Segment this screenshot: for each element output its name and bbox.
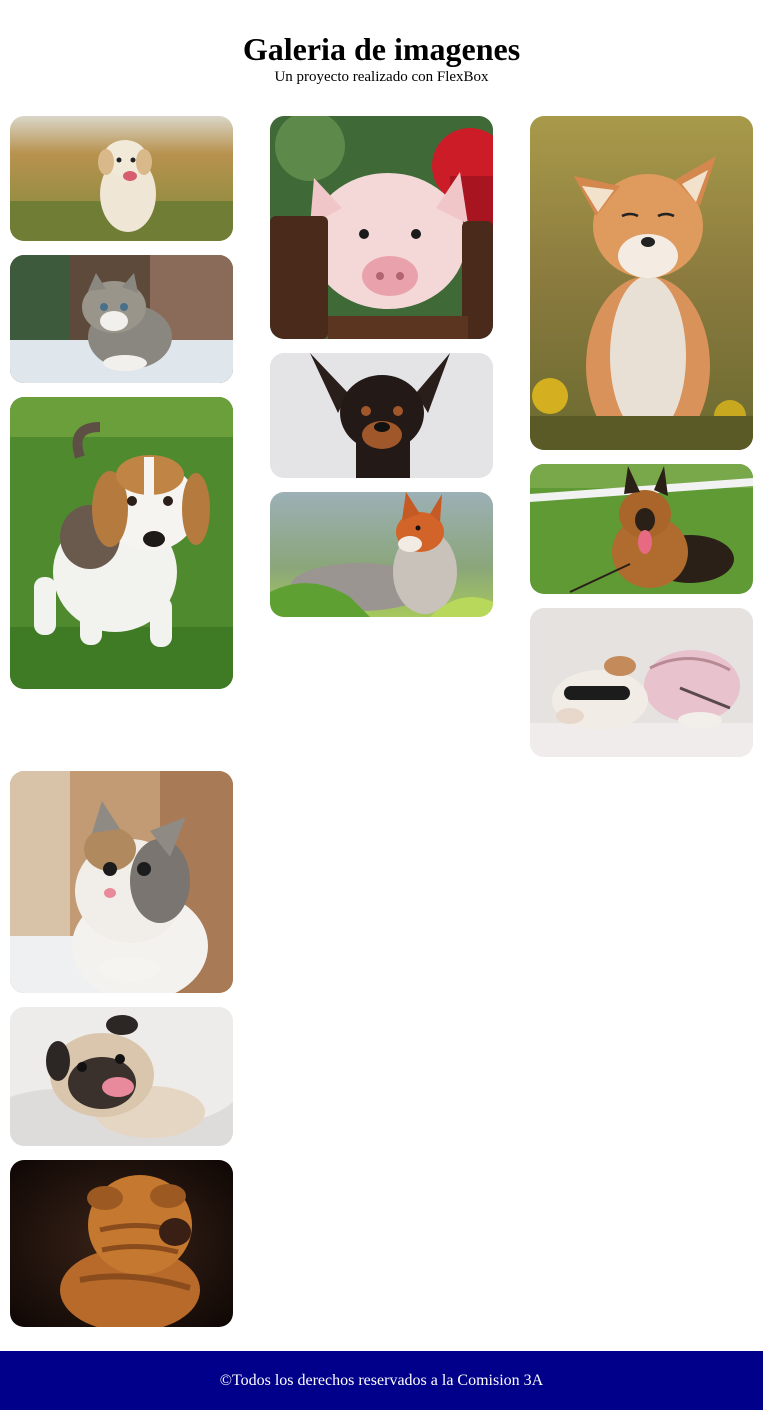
- shepherd-photo: [530, 464, 753, 594]
- footer: ©Todos los derechos reservados a la Comi…: [0, 1351, 763, 1410]
- kitten-photo: [10, 255, 233, 383]
- footer-copyright: ©Todos los derechos reservados a la Comi…: [219, 1372, 544, 1389]
- pinscher-photo: [270, 353, 493, 478]
- fox-photo: [270, 492, 493, 617]
- bulldog-photo: [530, 608, 753, 757]
- image-gallery: [0, 0, 763, 1340]
- fox-sitting-photo: [530, 116, 753, 450]
- puppy-photo: [10, 116, 233, 241]
- beagle-photo: [10, 397, 233, 689]
- pug-photo: [10, 1007, 233, 1146]
- sharpei-photo: [10, 1160, 233, 1327]
- piglet-photo: [270, 116, 493, 339]
- kitten-photo-2: [10, 771, 233, 993]
